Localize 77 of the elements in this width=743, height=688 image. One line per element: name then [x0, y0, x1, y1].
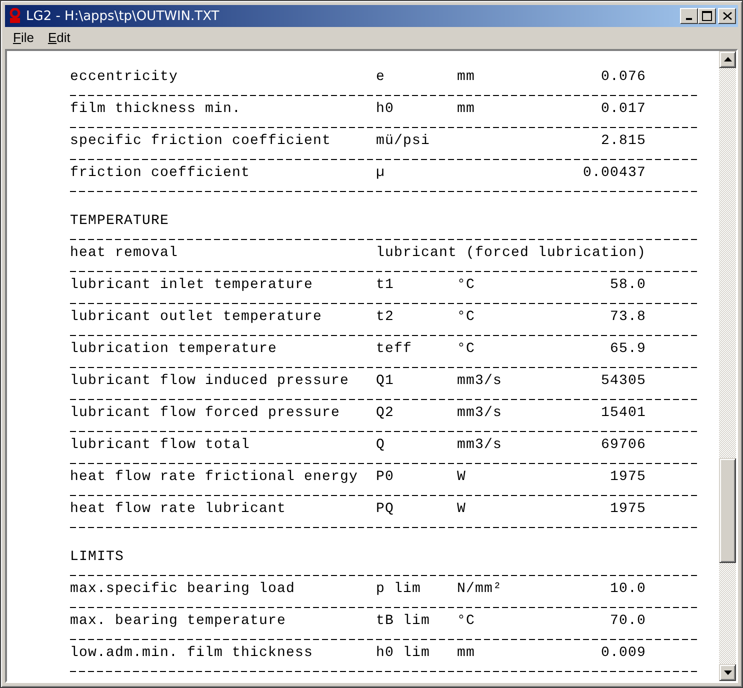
parameter-label: lubricant inlet temperature: [70, 277, 314, 293]
parameter-label: lubricant flow induced pressure: [70, 373, 350, 389]
value-text: 0.017: [600, 101, 646, 117]
parameter-label: eccentricity: [70, 69, 180, 85]
menu-item[interactable]: Edit: [42, 28, 76, 46]
unit-text: °C: [457, 309, 476, 325]
value-text: 0.00437: [582, 165, 646, 181]
symbol-text: Q1: [376, 373, 396, 389]
parameter-label: low.adm.min. film thickness: [70, 645, 314, 661]
maximize-icon: [702, 11, 712, 21]
menu-item[interactable]: File: [7, 28, 40, 46]
value-text: 0.076: [600, 69, 646, 85]
symbol-text: t2: [376, 309, 396, 325]
scroll-thumb[interactable]: [719, 458, 736, 563]
parameter-label: heat flow rate lubricant: [70, 501, 288, 517]
unit-text: mm3/s: [457, 437, 504, 453]
parameter-label: heat flow rate frictional energy: [70, 469, 360, 485]
maximize-button[interactable]: [698, 8, 716, 24]
up-arrow-icon: [724, 57, 732, 62]
symbol-text: tB lim: [376, 613, 432, 629]
symbol-text: µ: [376, 165, 386, 181]
value-text: 1975: [608, 469, 646, 485]
close-button[interactable]: [718, 8, 736, 24]
value-text: 65.9: [608, 341, 646, 357]
minimize-button[interactable]: [680, 8, 698, 24]
value-text: 1975: [608, 501, 646, 517]
app-icon: [8, 8, 22, 24]
symbol-text: h0: [376, 101, 396, 117]
symbol-text: teff: [376, 341, 414, 357]
value-text: 69706: [600, 437, 646, 453]
symbol-text: PQ: [376, 501, 396, 517]
value-text: 10.0: [608, 581, 646, 597]
parameter-label: max. bearing temperature: [70, 613, 288, 629]
scroll-up-button[interactable]: [719, 51, 736, 68]
value-text: 73.8: [608, 309, 646, 325]
unit-text: mm: [457, 645, 476, 661]
vertical-scrollbar[interactable]: [719, 51, 736, 681]
parameter-label: specific friction coefficient: [70, 133, 332, 149]
parameter-label: lubrication temperature: [70, 341, 278, 357]
value-text: 0.009: [600, 645, 646, 661]
value-text: 58.0: [608, 277, 646, 293]
unit-text: mm: [457, 69, 476, 85]
parameter-label: film thickness min.: [70, 101, 242, 117]
parameter-label: heat removal: [70, 245, 180, 261]
symbol-text: e: [376, 69, 386, 85]
unit-text: mm3/s: [457, 373, 504, 389]
symbol-text: h0 lim: [376, 645, 432, 661]
parameter-label: lubricant outlet temperature: [70, 309, 324, 325]
symbol-text: Q: [376, 437, 386, 453]
parameter-label: lubricant flow total: [70, 437, 252, 453]
unit-text: °C: [457, 341, 476, 357]
unit-text: °C: [457, 613, 476, 629]
window-title: LG2 - H:\apps\tp\OUTWIN.TXT: [26, 8, 220, 24]
section-heading: TEMPERATURE: [70, 213, 170, 229]
parameter-label: max.specific bearing load: [70, 581, 296, 597]
value-text: 2.815: [600, 133, 646, 149]
scroll-down-button[interactable]: [719, 664, 736, 681]
unit-text: mm: [457, 101, 476, 117]
symbol-text: Q2: [376, 405, 396, 421]
unit-text: °C: [457, 277, 476, 293]
value-text: lubricant (forced lubrication): [376, 245, 646, 261]
value-text: 15401: [600, 405, 646, 421]
close-icon: [722, 12, 732, 20]
down-arrow-icon: [724, 670, 732, 675]
symbol-text: mü/psi: [376, 133, 432, 149]
value-text: 54305: [600, 373, 646, 389]
symbol-text: t1: [376, 277, 396, 293]
section-heading: LIMITS: [70, 549, 124, 565]
parameter-label: lubricant flow forced pressure: [70, 405, 342, 421]
unit-text: W: [457, 469, 468, 485]
unit-text: mm3/s: [457, 405, 504, 421]
value-text: 70.0: [608, 613, 646, 629]
symbol-text: P0: [376, 469, 396, 485]
symbol-text: p lim: [376, 581, 422, 597]
parameter-label: friction coefficient: [70, 165, 252, 181]
unit-text: W: [457, 501, 468, 517]
unit-text: N/mm²: [457, 581, 504, 597]
